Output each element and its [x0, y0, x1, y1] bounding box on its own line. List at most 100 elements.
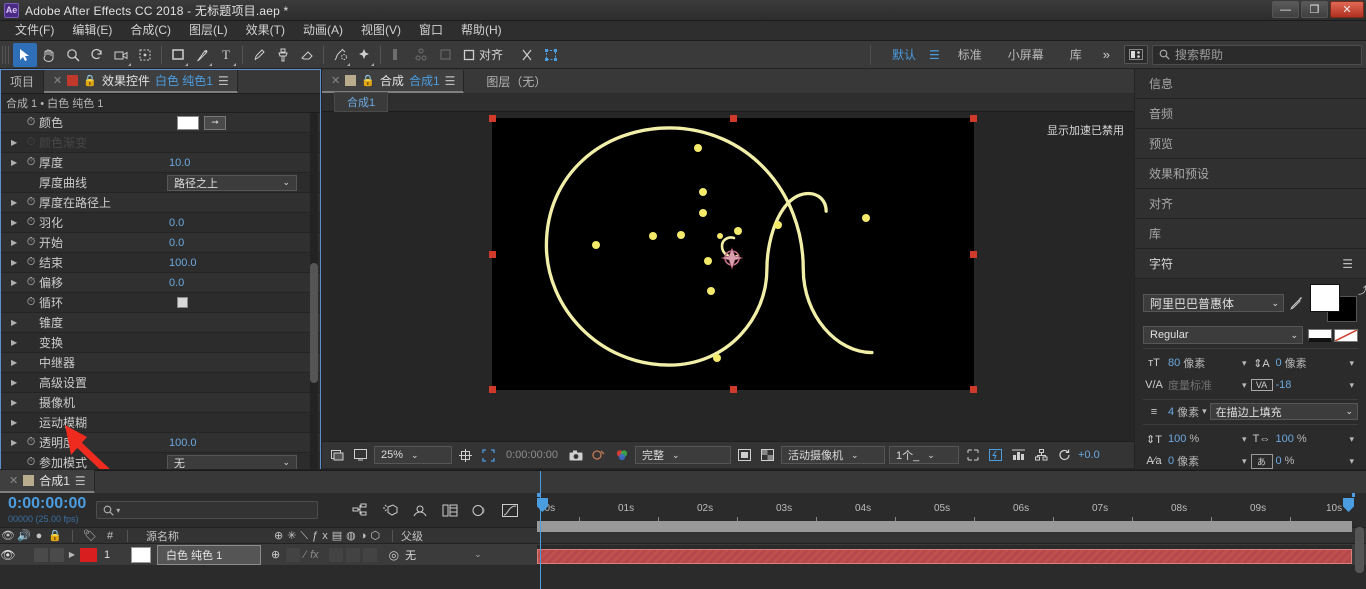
search-help-input[interactable]: 搜索帮助 [1152, 45, 1362, 65]
disclosure-triangle-icon[interactable]: ▶ [11, 438, 23, 447]
composition-mini-flowchart-icon[interactable] [350, 500, 370, 520]
workspace-default[interactable]: 默认 [879, 46, 929, 63]
chevron-down-icon[interactable]: ▾ [1242, 358, 1251, 369]
anchor-point-tool-icon[interactable] [133, 43, 157, 67]
fill-color-swatch[interactable] [1310, 284, 1340, 312]
chevron-down-icon[interactable]: ▾ [1349, 434, 1358, 445]
tracking-field[interactable]: VA -18 ▾ [1251, 374, 1359, 396]
sidebar-item-libraries[interactable]: 库 [1135, 219, 1366, 249]
menu-animation[interactable]: 动画(A) [294, 21, 352, 40]
tab-project[interactable]: 项目 [1, 70, 44, 93]
transparency-grid-icon[interactable] [758, 446, 777, 465]
panel-menu-icon[interactable]: ☰ [75, 474, 85, 488]
menu-layer[interactable]: 图层(L) [180, 21, 237, 40]
snapshot-camera-icon[interactable] [566, 446, 585, 465]
disclosure-triangle-icon[interactable]: ▶ [11, 418, 23, 427]
sidebar-item-effects-presets[interactable]: 效果和预设 [1135, 159, 1366, 189]
align-distribute-icon-2[interactable] [409, 43, 433, 67]
menu-file[interactable]: 文件(F) [6, 21, 63, 40]
stopwatch-icon[interactable]: ⏱ [23, 196, 39, 209]
reset-exposure-icon[interactable] [1055, 446, 1074, 465]
lock-switch-icon[interactable]: 🔒 [46, 529, 64, 542]
workspace-small-screen[interactable]: 小屏幕 [995, 46, 1057, 63]
pixel-aspect-icon[interactable] [963, 446, 982, 465]
timeline-vertical-scrollbar[interactable] [1355, 527, 1364, 573]
property-value[interactable]: 100.0 [169, 437, 197, 449]
selection-handle[interactable] [489, 386, 496, 393]
align-toggle-button[interactable]: 对齐 [457, 46, 509, 63]
timeline-track-area[interactable] [537, 545, 1352, 570]
close-button[interactable]: ✕ [1330, 1, 1364, 18]
chevron-down-icon[interactable]: ▾ [1242, 380, 1251, 391]
timecode-block[interactable]: 0:00:00:00 00000 (25.00 fps) [8, 496, 86, 524]
selection-handle[interactable] [970, 386, 977, 393]
audio-switch-icon[interactable]: 🔊 [16, 529, 32, 542]
layer-switch-fx-icon[interactable]: fx [310, 549, 319, 561]
property-value[interactable]: 0.0 [169, 277, 184, 289]
roto-brush-tool-icon[interactable] [328, 43, 352, 67]
sidebar-item-align[interactable]: 对齐 [1135, 189, 1366, 219]
property-group-row[interactable]: ▶ 中继器 [1, 353, 320, 373]
property-row[interactable]: ▶ ⏱ 透明度 100.0 [1, 433, 320, 453]
selection-handle[interactable] [489, 115, 496, 122]
property-value[interactable]: 10.0 [169, 157, 190, 169]
disclosure-triangle-icon[interactable]: ▶ [11, 198, 23, 207]
toolbar-grip[interactable] [2, 46, 10, 64]
view-layout-dropdown[interactable]: 1个_ ⌄ [889, 446, 959, 464]
disclosure-triangle-icon[interactable]: ▶ [11, 218, 23, 227]
sidebar-item-info[interactable]: 信息 [1135, 69, 1366, 99]
eyedropper-icon[interactable]: ➞ [204, 116, 226, 130]
always-preview-icon[interactable] [328, 446, 347, 465]
property-row[interactable]: ▶ ⏱ 羽化 0.0 [1, 213, 320, 233]
disclosure-triangle-icon[interactable]: ▶ [11, 158, 23, 167]
text-tool-icon[interactable]: T [214, 43, 238, 67]
property-row[interactable]: ▶ ⏱ 颜色渐变 [1, 133, 320, 153]
sidebar-item-audio[interactable]: 音频 [1135, 99, 1366, 129]
tracking-value[interactable]: -18 [1276, 379, 1292, 391]
selection-handle[interactable] [730, 386, 737, 393]
leading-field[interactable]: ⇕A 0 像素 ▾ [1251, 352, 1359, 374]
tab-close-icon[interactable]: ✕ [331, 74, 340, 87]
property-row[interactable]: ▶ ⏱ 颜色 ➞ [1, 113, 320, 133]
layer-switch-shy-icon[interactable]: ⊕ [271, 548, 280, 561]
layer-switch-cell[interactable] [363, 548, 377, 562]
stopwatch-icon[interactable]: ⏱ [23, 136, 39, 149]
grid-guides-icon[interactable] [456, 446, 475, 465]
property-value[interactable]: 0.0 [169, 217, 184, 229]
exposure-value[interactable]: +0.0 [1078, 449, 1100, 461]
chevron-down-icon[interactable]: ▾ [1349, 380, 1358, 391]
disclosure-triangle-icon[interactable]: ▶ [11, 338, 23, 347]
horizontal-scale-field[interactable]: T⇔ 100 % ▾ [1251, 428, 1359, 450]
draft-3d-icon[interactable] [380, 500, 400, 520]
tab-close-icon[interactable]: ✕ [53, 74, 62, 87]
tab-layer[interactable]: 图层（无） [464, 70, 555, 93]
layer-audio-cell[interactable] [34, 548, 48, 562]
stopwatch-icon[interactable]: ⏱ [23, 116, 39, 129]
property-row[interactable]: ▶ ⏱ 结束 100.0 [1, 253, 320, 273]
minimize-button[interactable]: — [1272, 1, 1299, 18]
disclosure-triangle-icon[interactable]: ▶ [11, 378, 23, 387]
fill-stroke-color[interactable]: ⤴ [1310, 284, 1358, 322]
lock-icon[interactable]: 🔒 [361, 74, 375, 87]
property-group-row[interactable]: ▶ 摄像机 [1, 393, 320, 413]
disclosure-triangle-icon[interactable]: ▶ [11, 318, 23, 327]
baseline-shift-field[interactable]: A⁄a 0 像素 ▾ [1143, 450, 1251, 472]
stopwatch-icon[interactable]: ⏱ [23, 256, 39, 269]
align-distribute-icon-1[interactable] [385, 43, 409, 67]
align-distribute-icon-3[interactable] [433, 43, 457, 67]
workspace-standard[interactable]: 标准 [945, 46, 995, 63]
video-switch-icon[interactable]: 👁 [0, 529, 16, 542]
snapping-icon[interactable] [515, 43, 539, 67]
layer-switch-quality-icon[interactable]: ∕ [304, 549, 306, 561]
tab-effect-controls[interactable]: ✕ 🔒 效果控件 白色 纯色1 ☰ [44, 70, 238, 93]
chevron-down-icon[interactable]: ▾ [1242, 456, 1251, 467]
fast-preview-icon[interactable] [986, 446, 1005, 465]
work-area-bar[interactable] [537, 521, 1352, 532]
workspace-more-icon[interactable]: » [1095, 47, 1118, 62]
vertical-scale-field[interactable]: ⇕T 100 % ▾ [1143, 428, 1251, 450]
workspace-settings-icon[interactable] [1124, 45, 1148, 64]
property-dropdown[interactable]: 路径之上 ⌄ [167, 175, 297, 191]
selection-handle[interactable] [970, 251, 977, 258]
zoom-tool-icon[interactable] [61, 43, 85, 67]
layer-video-toggle[interactable]: 👁 [0, 548, 16, 562]
